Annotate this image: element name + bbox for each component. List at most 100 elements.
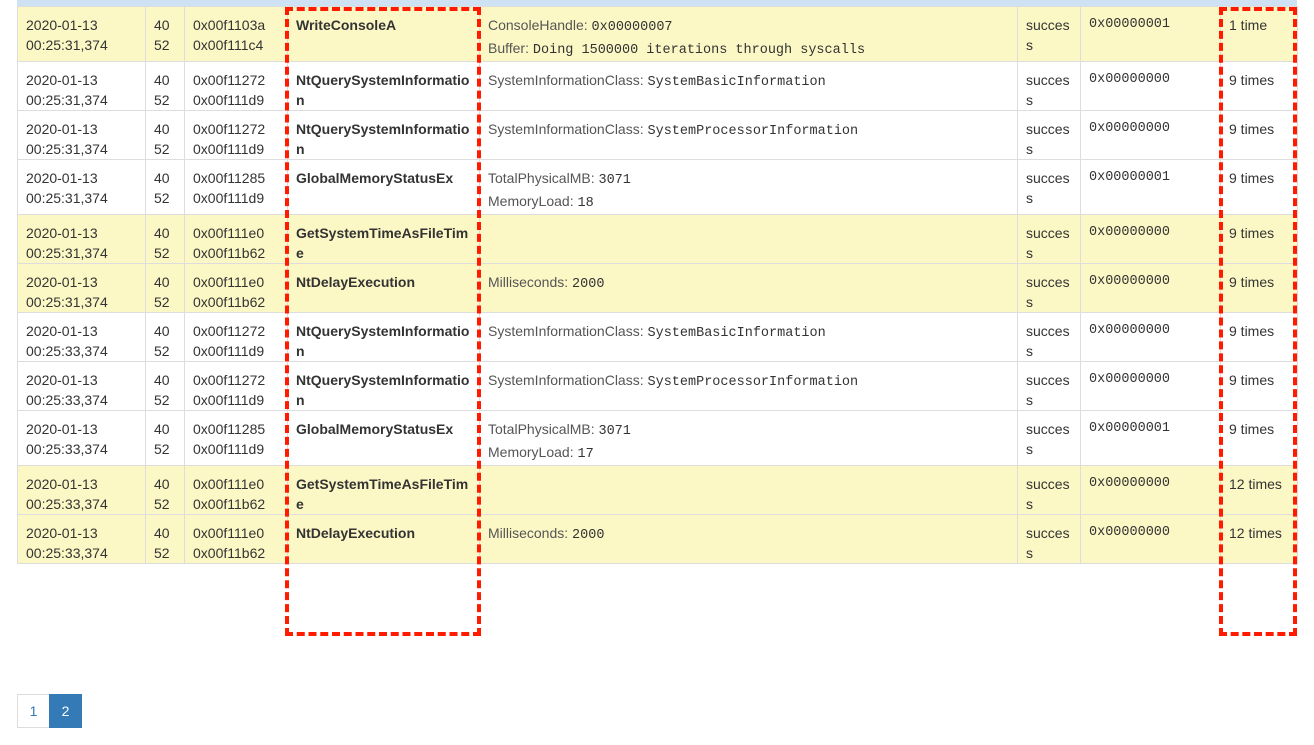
arguments-cell: SystemInformationClass: SystemBasicInfor…: [479, 312, 1018, 362]
return-value-cell: 0x00000000: [1080, 110, 1221, 160]
api-name-cell: NtDelayExecution: [287, 263, 480, 313]
return-value-cell: 0x00000000: [1080, 312, 1221, 362]
arguments-cell: [479, 465, 1018, 515]
arguments-cell: SystemInformationClass: SystemProcessorI…: [479, 361, 1018, 411]
timestamp-cell: 2020-01-13 00:25:31,374: [17, 159, 146, 215]
timestamp-cell: 2020-01-13 00:25:31,374: [17, 6, 146, 62]
caller-address-cell: 0x00f11272 0x00f111d9: [184, 312, 288, 362]
argument-value: 3071: [598, 173, 631, 188]
argument-name: Milliseconds:: [488, 274, 573, 290]
thread-id-cell: 40 52: [145, 361, 185, 411]
argument-name: MemoryLoad:: [488, 193, 578, 209]
argument-value: SystemBasicInformation: [647, 75, 826, 90]
argument-line: TotalPhysicalMB: 3071: [488, 419, 1009, 442]
thread-id-cell: 40 52: [145, 159, 185, 215]
table-row: 2020-01-13 00:25:31,374 40 52 0x00f1103a 0x00…: [17, 6, 1298, 62]
repeat-count-cell: 9 times: [1220, 312, 1298, 362]
arguments-cell: [479, 214, 1018, 264]
api-name-cell: GlobalMemoryStatusEx: [287, 159, 480, 215]
argument-value: 2000: [572, 528, 605, 543]
repeat-count-cell: 1 time: [1220, 6, 1298, 62]
argument-line: MemoryLoad: 18: [488, 191, 1009, 214]
caller-address-cell: 0x00f1103a 0x00f111c4: [184, 6, 288, 62]
argument-value: SystemProcessorInformation: [647, 124, 859, 139]
timestamp-cell: 2020-01-13 00:25:31,374: [17, 263, 146, 313]
table-row: 2020-01-13 00:25:31,374 40 52 0x00f11285 0x00…: [17, 159, 1298, 215]
argument-value: 18: [577, 196, 594, 211]
status-cell: success: [1017, 312, 1081, 362]
arguments-cell: ConsoleHandle: 0x00000007 Buffer: Doing 1…: [479, 6, 1018, 62]
argument-name: SystemInformationClass:: [488, 121, 648, 137]
argument-line: Milliseconds: 2000: [488, 272, 1009, 295]
arguments-cell: TotalPhysicalMB: 3071 MemoryLoad: 18: [479, 159, 1018, 215]
argument-line: Buffer: Doing 1500000 iterations through…: [488, 38, 1009, 61]
repeat-count-cell: 9 times: [1220, 110, 1298, 160]
thread-id-cell: 40 52: [145, 410, 185, 466]
status-cell: success: [1017, 514, 1081, 564]
thread-id-cell: 40 52: [145, 514, 185, 564]
caller-address-cell: 0x00f11285 0x00f111d9: [184, 159, 288, 215]
status-cell: success: [1017, 263, 1081, 313]
caller-address-cell: 0x00f111e0 0x00f11b62: [184, 263, 288, 313]
thread-id-cell: 40 52: [145, 312, 185, 362]
thread-id-cell: 40 52: [145, 263, 185, 313]
status-cell: success: [1017, 465, 1081, 515]
return-value-cell: 0x00000001: [1080, 6, 1221, 62]
argument-name: SystemInformationClass:: [488, 72, 648, 88]
status-cell: success: [1017, 361, 1081, 411]
argument-line: SystemInformationClass: SystemBasicInfor…: [488, 321, 1009, 344]
thread-id-cell: 40 52: [145, 214, 185, 264]
arguments-cell: SystemInformationClass: SystemProcessorI…: [479, 110, 1018, 160]
api-name-cell: GetSystemTimeAsFileTime: [287, 465, 480, 515]
timestamp-cell: 2020-01-13 00:25:33,374: [17, 410, 146, 466]
repeat-count-cell: 9 times: [1220, 361, 1298, 411]
caller-address-cell: 0x00f11272 0x00f111d9: [184, 110, 288, 160]
repeat-count-cell: 9 times: [1220, 263, 1298, 313]
api-name-cell: NtQuerySystemInformation: [287, 61, 480, 111]
pagination: 12: [17, 694, 82, 728]
argument-value: SystemBasicInformation: [647, 326, 826, 341]
argument-line: MemoryLoad: 17: [488, 442, 1009, 465]
table-row: 2020-01-13 00:25:31,374 40 52 0x00f11272 0x00…: [17, 110, 1298, 160]
return-value-cell: 0x00000000: [1080, 465, 1221, 515]
caller-address-cell: 0x00f11272 0x00f111d9: [184, 61, 288, 111]
status-cell: success: [1017, 159, 1081, 215]
argument-value: Doing 1500000 iterations through syscall…: [532, 43, 866, 58]
api-name-cell: GetSystemTimeAsFileTime: [287, 214, 480, 264]
argument-name: MemoryLoad:: [488, 444, 578, 460]
table-row: 2020-01-13 00:25:33,374 40 52 0x00f11285 0x00…: [17, 410, 1298, 466]
status-cell: success: [1017, 6, 1081, 62]
thread-id-cell: 40 52: [145, 465, 185, 515]
argument-line: ConsoleHandle: 0x00000007: [488, 15, 1009, 38]
repeat-count-cell: 9 times: [1220, 159, 1298, 215]
arguments-cell: Milliseconds: 2000: [479, 514, 1018, 564]
api-name-cell: NtQuerySystemInformation: [287, 110, 480, 160]
status-cell: success: [1017, 110, 1081, 160]
repeat-count-cell: 12 times: [1220, 465, 1298, 515]
argument-line: SystemInformationClass: SystemProcessorI…: [488, 370, 1009, 393]
api-call-log-table: 2020-01-13 00:25:31,374 40 52 0x00f1103a 0x00…: [17, 6, 1298, 564]
page-link-1[interactable]: 1: [17, 694, 50, 728]
argument-name: SystemInformationClass:: [488, 323, 648, 339]
timestamp-cell: 2020-01-13 00:25:31,374: [17, 61, 146, 111]
argument-name: TotalPhysicalMB:: [488, 170, 599, 186]
timestamp-cell: 2020-01-13 00:25:33,374: [17, 465, 146, 515]
argument-value: SystemProcessorInformation: [647, 375, 859, 390]
argument-name: ConsoleHandle:: [488, 17, 592, 33]
api-name-cell: NtDelayExecution: [287, 514, 480, 564]
return-value-cell: 0x00000001: [1080, 410, 1221, 466]
timestamp-cell: 2020-01-13 00:25:31,374: [17, 110, 146, 160]
repeat-count-cell: 9 times: [1220, 61, 1298, 111]
argument-name: SystemInformationClass:: [488, 372, 648, 388]
repeat-count-cell: 12 times: [1220, 514, 1298, 564]
timestamp-cell: 2020-01-13 00:25:31,374: [17, 214, 146, 264]
timestamp-cell: 2020-01-13 00:25:33,374: [17, 312, 146, 362]
status-cell: success: [1017, 410, 1081, 466]
page-link-2[interactable]: 2: [49, 694, 82, 728]
argument-value: 3071: [598, 424, 631, 439]
arguments-cell: Milliseconds: 2000: [479, 263, 1018, 313]
table-row: 2020-01-13 00:25:33,374 40 52 0x00f11272 0x00…: [17, 312, 1298, 362]
thread-id-cell: 40 52: [145, 6, 185, 62]
api-name-cell: WriteConsoleA: [287, 6, 480, 62]
thread-id-cell: 40 52: [145, 61, 185, 111]
